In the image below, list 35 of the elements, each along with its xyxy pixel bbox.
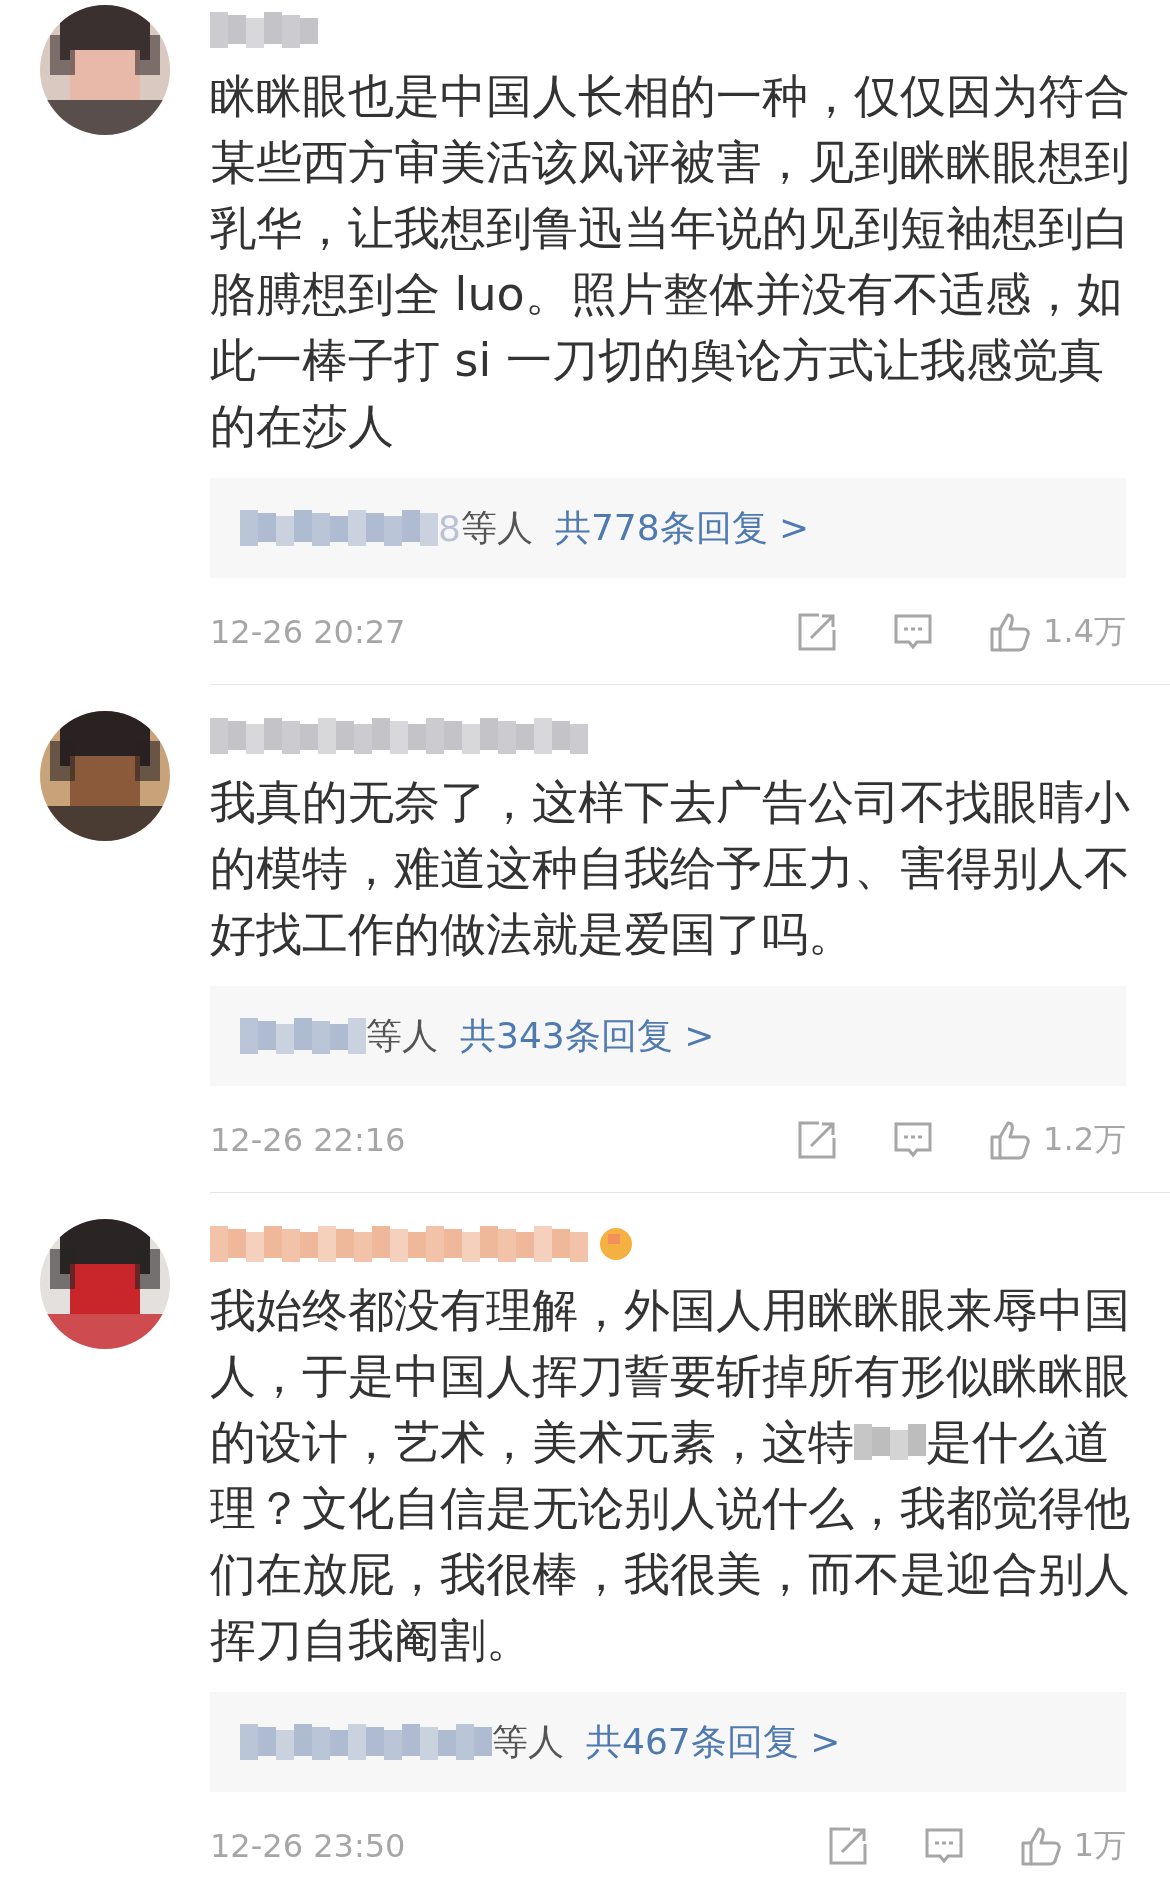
comment-text: 的设计，艺术，美术元素，这特: [210, 1414, 854, 1471]
comment-time: 12-26 22:16: [210, 1121, 407, 1159]
comment-text: 是什么道: [926, 1414, 1110, 1471]
share-icon: [797, 612, 838, 652]
comment-text: 眯眯眼也是中国人长相的一种，仅仅因为符合某些西方审美活该风评被害，见到眯眯眼想到乳华，让我想到鲁迅当年说的见到短袖想到白胳膊想到全 luo。照片整体并没有不适感，如此一棒子打 si 一刀切的舆论方式让我感觉真的在莎人: [210, 68, 1131, 455]
share-button[interactable]: [827, 1826, 868, 1866]
like-icon: [989, 611, 1032, 653]
like-button[interactable]: 1.4万: [989, 610, 1126, 654]
replies-label: 等人: [366, 1013, 438, 1058]
like-icon: [1019, 1825, 1062, 1867]
like-button[interactable]: 1.2万: [989, 1118, 1126, 1162]
replies-link[interactable]: 共467条回复 >: [586, 1717, 841, 1767]
comment-text: 理？文化自信是无论别人说什么，我都觉得他们在放屁，我很棒，我很美，而不是迎合别人挥刀自我阉割。: [210, 1480, 1131, 1669]
share-icon: [827, 1826, 868, 1866]
comment-time: 12-26 20:27: [210, 613, 407, 651]
share-button[interactable]: [797, 612, 838, 652]
comment-icon: [893, 612, 934, 652]
like-button[interactable]: 1万: [1019, 1824, 1126, 1868]
replies-label: 等人: [492, 1719, 564, 1764]
censor-mosaic: [854, 1424, 926, 1460]
like-icon: [989, 1119, 1032, 1161]
replies-label: 等人: [460, 505, 533, 550]
comment-text: 我真的无奈了，这样下去广告公司不找眼睛小的模特，难道这种自我给予压力、害得别人不好找工作的做法就是爱国了吗。: [210, 774, 1131, 963]
comment-icon: [893, 1120, 934, 1160]
comment-icon: [923, 1826, 964, 1866]
share-button[interactable]: [797, 1120, 838, 1160]
comment-button[interactable]: [893, 1120, 934, 1160]
username-fragment: 8: [438, 507, 461, 549]
replies-link[interactable]: 共778条回复 >: [554, 503, 810, 553]
comment-button[interactable]: [923, 1826, 964, 1866]
replies-link[interactable]: 共343条回复 >: [460, 1011, 715, 1061]
comment-time: 12-26 23:50: [210, 1827, 407, 1865]
comment-button[interactable]: [893, 612, 934, 652]
comment-text: 我始终都没有理解，外国人用眯眯眼来辱中国人，于是中国人挥刀誓要斩掉所有形似眯眯眼: [210, 1282, 1131, 1405]
share-icon: [797, 1120, 838, 1160]
